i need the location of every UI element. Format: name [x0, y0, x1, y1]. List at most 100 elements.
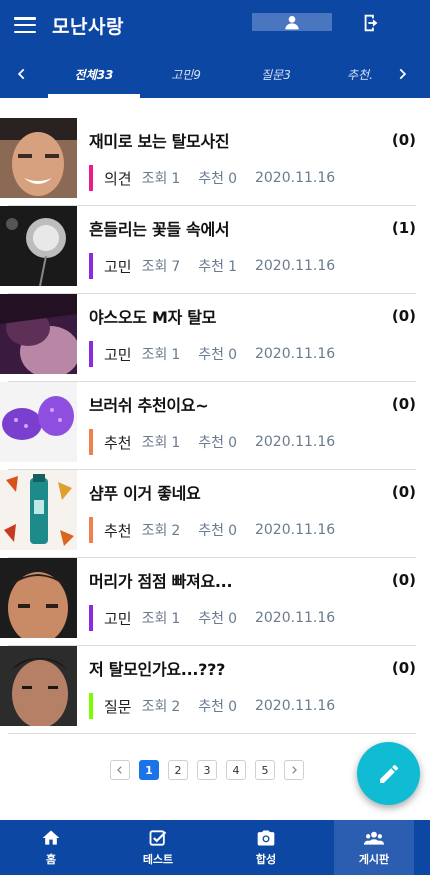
post-title[interactable]: 저 탈모인가요...??? — [89, 656, 225, 680]
page-button[interactable]: 5 — [255, 760, 275, 780]
category-color-bar — [89, 165, 93, 191]
page-button[interactable]: 2 — [168, 760, 188, 780]
page-button[interactable]: 1 — [139, 760, 159, 780]
category-color-bar — [89, 253, 93, 279]
recommend-label: 추천 — [198, 259, 225, 275]
post-item[interactable]: 재미로 보는 탈모사진 (0) 의견 조회 1 추천 0 2020.11.16 — [0, 118, 430, 206]
pagination: 1 2 3 4 5 — [110, 760, 313, 780]
post-thumbnail — [0, 646, 77, 726]
nav-label: 테스트 — [142, 853, 174, 866]
post-meta: 추천 조회 2 추천 0 2020.11.16 — [89, 517, 353, 543]
recommend-label: 추천 — [198, 171, 225, 187]
post-meta: 추천 조회 1 추천 0 2020.11.16 — [89, 429, 353, 455]
tab-question[interactable]: 질문3 — [236, 50, 316, 98]
app-title: 모난사랑 — [52, 15, 124, 38]
menu-icon[interactable] — [14, 17, 36, 33]
category-color-bar — [89, 693, 93, 719]
tab-indicator — [48, 94, 140, 98]
post-title[interactable]: 야스오도 M자 탈모 — [89, 304, 216, 328]
chevron-left-icon — [117, 766, 122, 774]
views-count: 1 — [171, 611, 181, 627]
recommend-label: 추천 — [198, 611, 225, 627]
page-button[interactable]: 3 — [197, 760, 217, 780]
post-item[interactable]: 샴푸 이거 좋네요 (0) 추천 조회 2 추천 0 2020.11.16 — [0, 470, 430, 558]
recommend-label: 추천 — [198, 347, 225, 363]
tab-scroll-right-button[interactable] — [390, 62, 414, 86]
divider — [8, 733, 416, 734]
category-color-bar — [89, 341, 93, 367]
page-button[interactable]: 4 — [226, 760, 246, 780]
next-page-button[interactable] — [284, 760, 304, 780]
chevron-right-icon — [292, 766, 297, 774]
post-thumbnail — [0, 470, 77, 550]
post-date: 2020.11.16 — [254, 522, 336, 538]
comment-count: (1) — [391, 219, 416, 237]
views-label: 조회 — [141, 435, 168, 451]
comment-count: (0) — [391, 307, 416, 325]
post-title[interactable]: 머리가 점점 빠져요... — [89, 568, 233, 592]
post-title[interactable]: 흔들리는 꽃들 속에서 — [89, 216, 230, 240]
recommend-count: 0 — [228, 171, 237, 187]
category-color-bar — [89, 429, 93, 455]
post-item[interactable]: 머리가 점점 빠져요... (0) 고민 조회 1 추천 0 2020.11.16 — [0, 558, 430, 646]
nav-synthesis[interactable]: 합성 — [226, 820, 306, 875]
camera-icon — [257, 830, 275, 846]
post-date: 2020.11.16 — [254, 434, 336, 450]
recommend-count: 0 — [228, 611, 237, 627]
category-label: 추천 — [104, 433, 132, 452]
post-thumbnail — [0, 294, 77, 374]
views-label: 조회 — [141, 611, 168, 627]
post-title[interactable]: 브러쉬 추천이요~ — [89, 392, 209, 416]
views-count: 1 — [171, 347, 181, 363]
nav-board[interactable]: 게시판 — [334, 820, 414, 875]
group-icon — [364, 831, 384, 845]
post-thumbnail — [0, 558, 77, 638]
post-title[interactable]: 재미로 보는 탈모사진 — [89, 128, 230, 152]
views-count: 1 — [171, 435, 181, 451]
prev-page-button[interactable] — [110, 760, 130, 780]
views-count: 2 — [171, 523, 181, 539]
comment-count: (0) — [391, 131, 416, 149]
post-thumbnail — [0, 206, 77, 286]
tab-all[interactable]: 전체33 — [48, 50, 140, 98]
views-label: 조회 — [141, 259, 168, 275]
tab-scroll-left-button[interactable] — [10, 62, 34, 86]
recommend-label: 추천 — [198, 523, 225, 539]
tab-worry[interactable]: 고민9 — [140, 50, 232, 98]
post-meta: 고민 조회 1 추천 0 2020.11.16 — [89, 341, 353, 367]
nav-test[interactable]: 테스트 — [118, 820, 198, 875]
post-thumbnail — [0, 382, 77, 462]
comment-count: (0) — [391, 571, 416, 589]
category-label: 질문 — [104, 697, 132, 716]
post-meta: 고민 조회 7 추천 1 2020.11.16 — [89, 253, 353, 279]
recommend-count: 0 — [228, 435, 237, 451]
post-item[interactable]: 야스오도 M자 탈모 (0) 고민 조회 1 추천 0 2020.11.16 — [0, 294, 430, 382]
post-item[interactable]: 저 탈모인가요...??? (0) 질문 조회 2 추천 0 2020.11.16 — [0, 646, 430, 734]
category-color-bar — [89, 517, 93, 543]
category-label: 고민 — [104, 257, 132, 276]
profile-button[interactable] — [252, 13, 332, 31]
category-color-bar — [89, 605, 93, 631]
recommend-count: 0 — [228, 699, 237, 715]
chevron-left-icon — [17, 68, 25, 80]
nav-label: 합성 — [255, 853, 277, 866]
app-root: 모난사랑 전체33 고민9 질문3 추천. 재미로 보는 탈모사진 (0) 의견… — [0, 0, 430, 875]
recommend-label: 추천 — [198, 699, 225, 715]
views-label: 조회 — [141, 699, 168, 715]
post-item[interactable]: 흔들리는 꽃들 속에서 (1) 고민 조회 7 추천 1 2020.11.16 — [0, 206, 430, 294]
logout-button[interactable] — [361, 12, 383, 34]
post-date: 2020.11.16 — [254, 610, 336, 626]
nav-home[interactable]: 홈 — [11, 820, 91, 875]
nav-label: 홈 — [45, 853, 57, 866]
post-date: 2020.11.16 — [254, 698, 336, 714]
comment-count: (0) — [391, 659, 416, 677]
post-title[interactable]: 샴푸 이거 좋네요 — [89, 480, 201, 504]
category-label: 고민 — [104, 345, 132, 364]
write-post-button[interactable] — [357, 742, 420, 805]
post-item[interactable]: 브러쉬 추천이요~ (0) 추천 조회 1 추천 0 2020.11.16 — [0, 382, 430, 470]
views-count: 7 — [171, 259, 181, 275]
bottom-navigation: 홈 테스트 합성 게시판 — [0, 820, 430, 875]
tab-recommend[interactable]: 추천. — [330, 50, 390, 98]
category-label: 의견 — [104, 169, 132, 188]
checkbox-icon — [149, 830, 167, 846]
